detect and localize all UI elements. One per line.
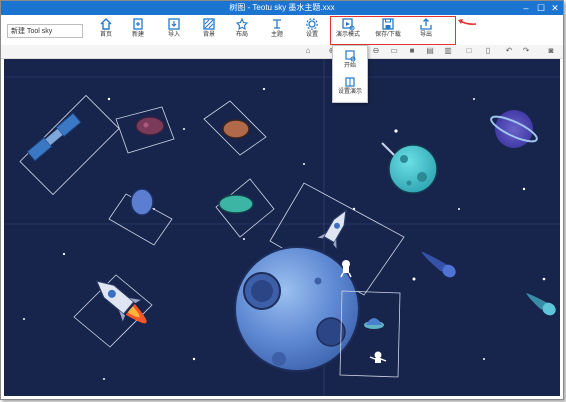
- dropdown-item-label: 设置演示: [337, 89, 362, 95]
- presentation-dropdown: 开始 设置演示: [332, 45, 368, 103]
- annotation-arrow-icon: [458, 19, 477, 25]
- delete-icon[interactable]: ▯: [483, 46, 493, 56]
- grid-icon[interactable]: □: [464, 46, 474, 56]
- undo-icon[interactable]: ↶: [504, 46, 514, 56]
- home-icon: [100, 18, 112, 30]
- redo-icon[interactable]: ↷: [521, 46, 531, 56]
- lock-icon[interactable]: ■: [407, 46, 417, 56]
- home-label: 首页: [99, 32, 112, 38]
- layout-button[interactable]: 布局: [231, 17, 253, 45]
- import-icon: [168, 18, 180, 30]
- settings-icon: [306, 18, 318, 30]
- slide-canvas[interactable]: [4, 59, 560, 396]
- slides-icon: [345, 50, 356, 62]
- secondary-toolbar: ⌂ ⊕ ⊖ ▭ ■ ▤ ▥ □ ▯ ↶ ↷ ◙: [1, 45, 563, 59]
- new-label: 新建: [131, 32, 144, 38]
- background-icon: [203, 18, 215, 30]
- theme-label: 主题: [270, 32, 283, 38]
- new-page-icon: [133, 18, 143, 30]
- settings-button[interactable]: 设置: [301, 17, 323, 45]
- import-button[interactable]: 导入: [161, 17, 187, 45]
- background-button[interactable]: 背景: [196, 17, 222, 45]
- paste-icon[interactable]: ▥: [443, 46, 453, 56]
- layout-icon: [235, 17, 249, 31]
- import-label: 导入: [167, 32, 180, 38]
- ribbon-toolbar: 新建 Tool sky 首页 新建 导入 背景 布局 主题 设置 演示模式 保存…: [1, 15, 563, 46]
- app-window: 树图 - Teotu sky 墨水主题.xxx – ☐ ✕ 新建 Tool sk…: [0, 0, 564, 400]
- highlight-box: [330, 16, 456, 45]
- home-small-icon[interactable]: ⌂: [303, 46, 313, 56]
- theme-icon: [273, 19, 281, 29]
- layout-label: 布局: [235, 32, 248, 38]
- space-scene: [4, 59, 560, 396]
- title-bar: 树图 - Teotu sky 墨水主题.xxx – ☐ ✕: [1, 1, 563, 15]
- home-button[interactable]: 首页: [95, 17, 117, 45]
- copy-icon[interactable]: ▤: [425, 46, 435, 56]
- camera-icon[interactable]: ◙: [546, 46, 556, 56]
- fit-icon[interactable]: ▭: [389, 46, 399, 56]
- dropdown-item-presentation-settings[interactable]: 设置演示: [333, 74, 367, 100]
- minimize-button[interactable]: –: [519, 1, 533, 15]
- zoom-out-icon[interactable]: ⊖: [371, 46, 381, 56]
- theme-button[interactable]: 主题: [266, 17, 288, 45]
- close-button[interactable]: ✕: [548, 1, 562, 15]
- dropdown-item-start[interactable]: 开始: [333, 48, 367, 74]
- maximize-button[interactable]: ☐: [534, 1, 548, 15]
- background-label: 背景: [202, 32, 215, 38]
- document-name-field[interactable]: 新建 Tool sky: [7, 24, 83, 38]
- settings-label: 设置: [305, 32, 318, 38]
- new-button[interactable]: 新建: [127, 17, 149, 45]
- dropdown-item-label: 开始: [343, 63, 356, 69]
- presentation-settings-icon: [345, 77, 355, 87]
- window-title: 树图 - Teotu sky 墨水主题.xxx: [229, 3, 335, 12]
